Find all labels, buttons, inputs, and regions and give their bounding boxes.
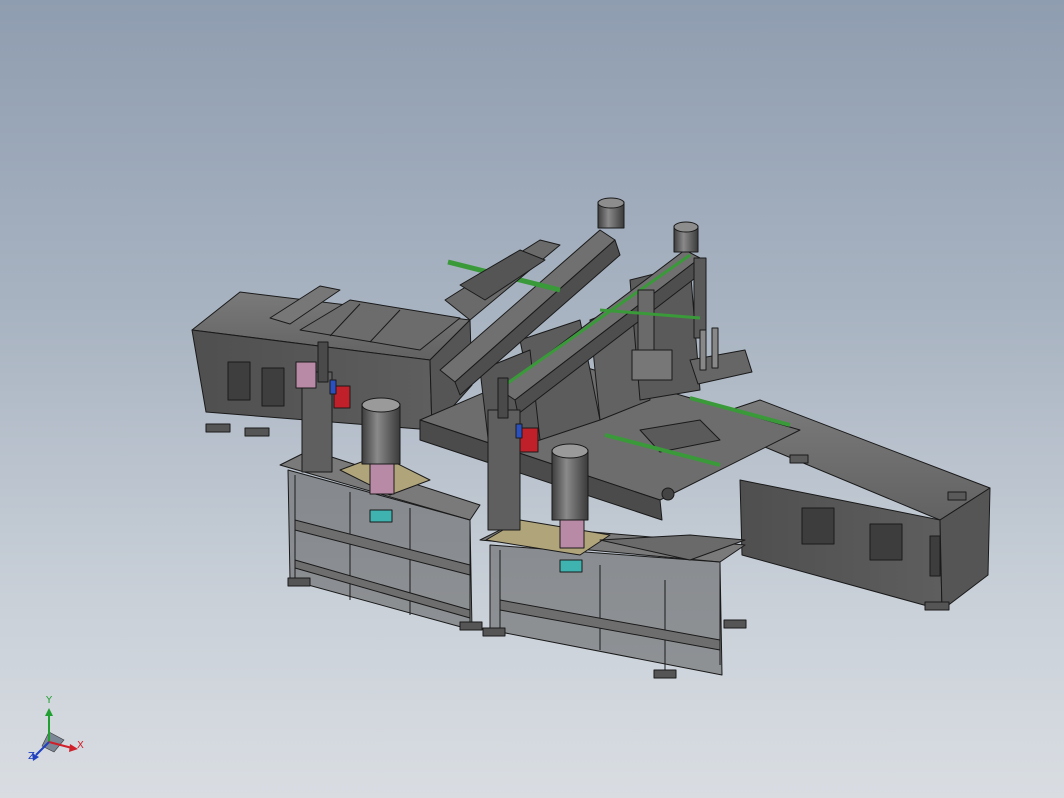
machine-assembly-model[interactable] bbox=[0, 0, 1064, 798]
graphics-viewport[interactable]: Y X Z bbox=[0, 0, 1064, 798]
y-axis-label: Y bbox=[46, 695, 53, 706]
x-axis-label: X bbox=[77, 740, 84, 751]
triad-plane bbox=[41, 731, 65, 753]
y-axis-head bbox=[45, 708, 53, 716]
z-axis-label: Z bbox=[28, 751, 35, 762]
reference-triad: Y X Z bbox=[22, 696, 92, 770]
